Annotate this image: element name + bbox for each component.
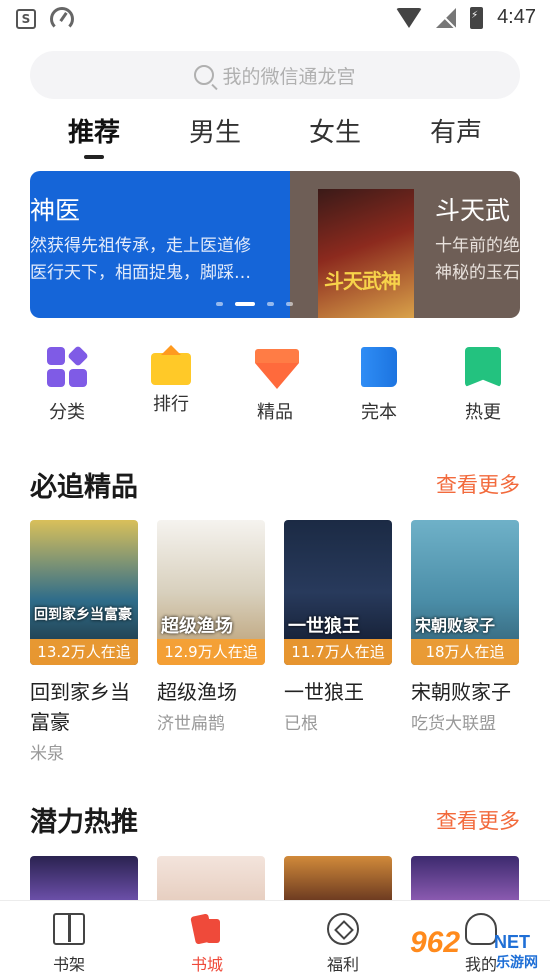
- book-card[interactable]: 回到家乡当富豪 13.2万人在追 回到家乡当富豪 米泉: [30, 520, 138, 764]
- followers-badge: 13.2万人在追: [30, 639, 138, 665]
- nav-label: 书架: [52, 955, 85, 974]
- carousel-dot: [267, 302, 274, 306]
- ranking-crown-icon: [151, 345, 191, 385]
- category-label: 排行: [153, 394, 189, 415]
- book-card[interactable]: 超级渔场 12.9万人在追 超级渔场 济世扁鹊: [157, 520, 265, 734]
- see-more-hot-picks[interactable]: 查看更多: [436, 805, 520, 835]
- book-title[interactable]: 一世狼王: [284, 677, 392, 707]
- search-bar[interactable]: 我的微信通龙宫: [30, 51, 520, 99]
- premium-gem-wrapper: [255, 347, 299, 389]
- banner-slide-2-cover: [318, 189, 414, 318]
- carousel-dot: [286, 302, 293, 306]
- book-author: 米泉: [30, 744, 64, 764]
- book-cover[interactable]: [284, 856, 392, 900]
- book-cover[interactable]: 回到家乡当富豪 13.2万人在追: [30, 520, 138, 665]
- category-label: 热更: [465, 402, 501, 423]
- book-card[interactable]: 宋朝败家子 18万人在追 宋朝败家子 吃货大联盟: [411, 520, 519, 734]
- tab-female[interactable]: 女生: [290, 112, 380, 149]
- banner-slide-2-desc: 十年前的绝 神秘的玉石: [435, 236, 520, 283]
- category-completed[interactable]: 完本: [339, 347, 419, 424]
- book-cover[interactable]: [411, 856, 519, 900]
- premium-gem-icon: [255, 349, 299, 389]
- book-author: 吃货大联盟: [411, 714, 496, 734]
- book-cover[interactable]: 超级渔场 12.9万人在追: [157, 520, 265, 665]
- carousel-dots: [216, 302, 293, 306]
- cover-art-text: 超级渔场: [161, 616, 233, 637]
- book-title[interactable]: 回到家乡当富豪: [30, 677, 138, 737]
- book-card[interactable]: 一世狼王 11.7万人在追 一世狼王 已根: [284, 520, 392, 734]
- bookshelf-icon: [53, 913, 85, 945]
- book-author: 济世扁鹊: [157, 714, 225, 734]
- category-premium[interactable]: 精品: [235, 347, 315, 424]
- battery-charging-icon: [470, 6, 484, 29]
- followers-badge: 11.7万人在追: [284, 639, 392, 665]
- category-grid-icon: [47, 345, 89, 387]
- welfare-icon: [327, 913, 359, 945]
- cover-art-text: 一世狼王: [288, 616, 360, 637]
- status-time: 4:47: [497, 6, 536, 28]
- cover-art-text: 回到家乡当富豪: [34, 607, 132, 623]
- category-hot-update[interactable]: 热更: [443, 347, 523, 424]
- book-cover[interactable]: [157, 856, 265, 900]
- cover-art-text: 宋朝败家子: [415, 616, 496, 635]
- site-watermark: 962 NET 乐游网: [410, 926, 546, 971]
- category-label: 精品: [257, 402, 293, 423]
- nav-bookshelf[interactable]: 书架: [29, 913, 109, 975]
- book-cover[interactable]: 宋朝败家子 18万人在追: [411, 520, 519, 665]
- carousel-dot-active: [235, 302, 255, 306]
- banner-slide-1-desc: 然获得先祖传承，走上医道修 医行天下，相面捉鬼，脚踩…: [30, 236, 251, 283]
- carousel-dot: [216, 302, 223, 306]
- category-ranking[interactable]: 排行: [131, 345, 211, 416]
- bookstore-icon: [191, 913, 223, 945]
- status-bar: S 4:47: [0, 0, 550, 36]
- hot-update-bookmark-icon: [465, 347, 501, 387]
- nav-label: 福利: [326, 955, 359, 974]
- tab-male[interactable]: 男生: [170, 112, 260, 149]
- followers-badge: 12.9万人在追: [157, 639, 265, 665]
- nav-welfare[interactable]: 福利: [303, 913, 383, 975]
- book-cover[interactable]: [30, 856, 138, 900]
- tab-audio[interactable]: 有声: [411, 112, 501, 149]
- completed-book-icon: [361, 347, 397, 387]
- nav-label: 书城: [190, 955, 223, 974]
- banner-slide-1[interactable]: 神医 然获得先祖传承，走上医道修 医行天下，相面捉鬼，脚踩…: [30, 171, 290, 318]
- no-signal-icon: [436, 7, 457, 28]
- category-shortcuts: 分类 排行 精品 完本 热更: [0, 345, 550, 427]
- banner-slide-2[interactable]: 斗天武 十年前的绝 神秘的玉石: [290, 171, 520, 318]
- speedometer-icon: [50, 7, 74, 31]
- watermark-site: 乐游网: [496, 955, 538, 971]
- banner-slide-1-title: 神医: [30, 196, 81, 225]
- watermark-number: 962: [410, 926, 461, 959]
- search-icon: [194, 65, 215, 85]
- banner-carousel[interactable]: 神医 然获得先祖传承，走上医道修 医行天下，相面捉鬼，脚踩… 斗天武 十年前的绝…: [30, 171, 520, 318]
- watermark-net: NET: [494, 932, 530, 952]
- followers-badge: 18万人在追: [411, 639, 519, 665]
- section-title-hot-picks: 潜力热推: [30, 807, 138, 838]
- tab-recommend[interactable]: 推荐: [49, 112, 139, 149]
- channel-tabs: 推荐 男生 女生 有声: [0, 112, 550, 164]
- category-label: 分类: [49, 402, 85, 423]
- category-label: 完本: [361, 402, 397, 423]
- book-title[interactable]: 宋朝败家子: [411, 677, 519, 707]
- app-notification-icon: S: [16, 9, 36, 29]
- book-author: 已根: [284, 714, 318, 734]
- search-placeholder: 我的微信通龙宫: [222, 65, 356, 88]
- wifi-icon: [396, 7, 423, 28]
- section-title-must-read: 必追精品: [30, 472, 138, 503]
- book-cover[interactable]: 一世狼王 11.7万人在追: [284, 520, 392, 665]
- category-classify[interactable]: 分类: [27, 345, 107, 424]
- see-more-must-read[interactable]: 查看更多: [436, 469, 520, 499]
- nav-bookstore[interactable]: 书城: [167, 913, 247, 975]
- book-title[interactable]: 超级渔场: [157, 677, 265, 707]
- banner-slide-2-title: 斗天武: [435, 196, 511, 225]
- tab-indicator: [84, 155, 104, 159]
